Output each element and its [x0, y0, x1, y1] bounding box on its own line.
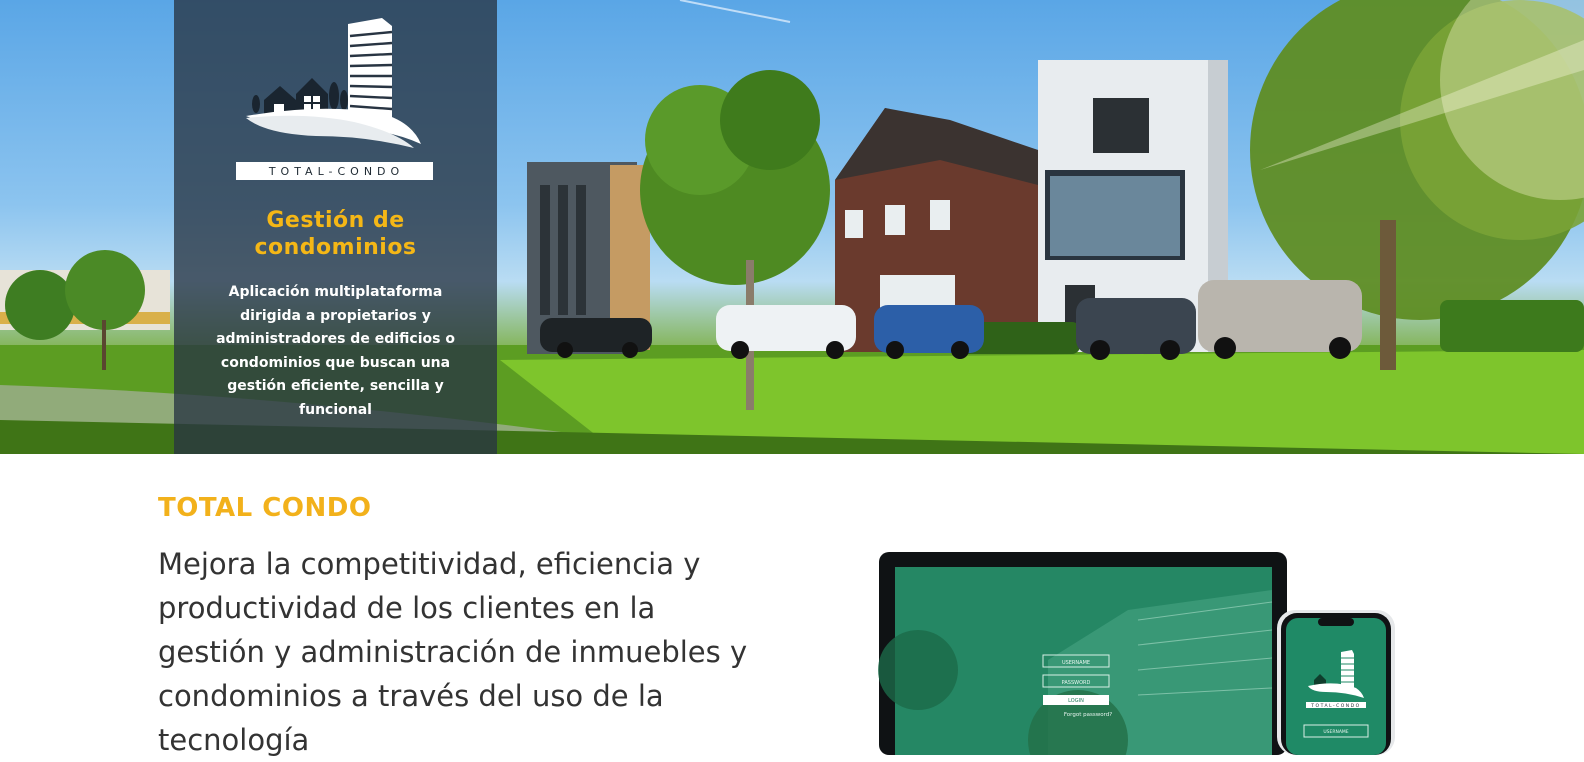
- hero-description: Aplicación multiplataforma dirigida a pr…: [216, 284, 455, 418]
- phone-logo-wordmark: TOTAL-CONDO: [1310, 703, 1360, 709]
- building-skyline-icon: [246, 18, 421, 148]
- hero-title: Gestión de condominios: [254, 208, 417, 260]
- laptop-forgot-password-link[interactable]: Forgot password?: [1064, 712, 1112, 718]
- laptop-login-button[interactable]: LOGIN: [1068, 698, 1084, 704]
- logo-wordmark: TOTAL-CONDO: [236, 162, 433, 180]
- hero-banner: TOTAL-CONDO Gestión de condominios Aplic…: [0, 0, 1584, 454]
- total-condo-logo[interactable]: TOTAL-CONDO: [236, 16, 433, 182]
- laptop-password-field[interactable]: PASSWORD: [1062, 680, 1091, 686]
- section-headline: Mejora la competitividad, eficiencia y p…: [158, 547, 748, 757]
- brand-panel: TOTAL-CONDO Gestión de condominios Aplic…: [174, 0, 497, 454]
- section-eyebrow: TOTAL CONDO: [158, 493, 372, 523]
- phone-username-field[interactable]: USERNAME: [1323, 729, 1348, 735]
- device-mockup-image: USERNAME PASSWORD LOGIN Forgot password?…: [878, 552, 1395, 755]
- laptop-username-field[interactable]: USERNAME: [1062, 660, 1090, 666]
